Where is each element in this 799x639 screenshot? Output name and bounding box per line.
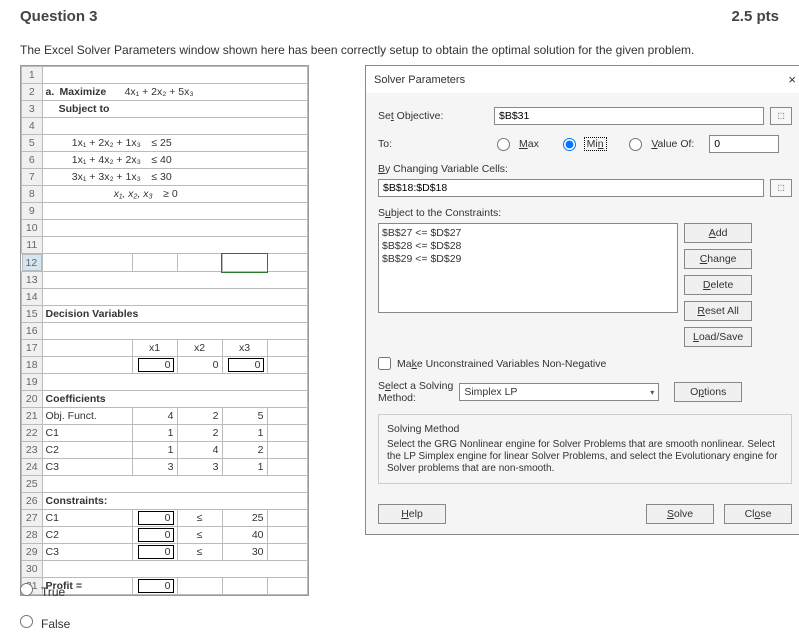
coeff-r3a: 3 (132, 459, 177, 476)
radio-max[interactable] (497, 138, 510, 151)
crow-2r: 30 (222, 544, 267, 561)
prob-max: Maximize (60, 86, 107, 98)
constraint-item[interactable]: $B$28 <= $D$28 (382, 240, 674, 253)
question-number: Question 3 (20, 8, 98, 25)
prob-a: a. (46, 86, 55, 98)
valueof-input[interactable] (709, 135, 779, 153)
cons-label: Constraints: (46, 495, 108, 507)
coeff-r3n: C3 (42, 459, 132, 476)
crow-0v[interactable]: 0 (138, 511, 174, 525)
options-button[interactable]: Options (674, 382, 742, 402)
coeff-r2c: 2 (222, 442, 267, 459)
constraint-item[interactable]: $B$27 <= $D$27 (382, 227, 674, 240)
prob-c1: 1x₁ + 2x₂ + 1x₃ (72, 137, 141, 149)
prob-c4: x₁, x₂, x₃ (114, 188, 153, 200)
prob-c2: 1x₁ + 4x₂ + 2x₃ (72, 154, 141, 166)
radio-false[interactable] (20, 615, 33, 628)
coeff-r1b: 2 (177, 425, 222, 442)
selmethod-label: Select a SolvingMethod: (378, 380, 453, 404)
prob-c4r: ≥ 0 (163, 188, 178, 200)
change-button[interactable]: Change (684, 249, 752, 269)
active-cell[interactable] (222, 254, 267, 272)
to-label: To: (378, 138, 488, 150)
coeff-r0b: 2 (177, 408, 222, 425)
coeff-label: Coefficients (46, 393, 106, 405)
setobj-label: Set Objective: (378, 110, 488, 122)
valueof-label: Value Of: (651, 138, 694, 150)
crow-1r: 40 (222, 527, 267, 544)
crow-0op: ≤ (177, 510, 222, 527)
nonneg-checkbox[interactable] (378, 357, 391, 370)
true-label: True (41, 585, 65, 599)
coeff-r2n: C2 (42, 442, 132, 459)
false-label: False (41, 617, 70, 631)
coeff-r2b: 4 (177, 442, 222, 459)
range-picker-icon[interactable]: ⬚ (770, 107, 792, 125)
method-value: Simplex LP (464, 386, 517, 398)
coeff-r1n: C1 (42, 425, 132, 442)
subjcon-label: Subject to the Constraints: (378, 207, 792, 219)
coeff-r0c: 5 (222, 408, 267, 425)
question-prompt: The Excel Solver Parameters window shown… (20, 37, 779, 65)
spreadsheet: 1 2 a. Maximize 4x₁ + 2x₂ + 5x₃ 3 Subject… (20, 65, 309, 596)
add-button[interactable]: Add (684, 223, 752, 243)
solvingmethod-text: Select the GRG Nonlinear engine for Solv… (387, 439, 783, 475)
solver-dialog: Solver Parameters × Set Objective: ⬚ To:… (365, 65, 799, 535)
val-x3[interactable]: 0 (228, 358, 264, 372)
radio-true[interactable] (20, 583, 33, 596)
range-picker-icon[interactable]: ⬚ (770, 179, 792, 197)
crow-0r: 25 (222, 510, 267, 527)
prob-subj: Subject to (59, 103, 110, 115)
prob-c3r: ≤ 30 (151, 171, 171, 183)
close-button[interactable]: Close (724, 504, 792, 524)
profit-val[interactable]: 0 (138, 579, 174, 593)
coeff-r1a: 1 (132, 425, 177, 442)
coeff-r0a: 4 (132, 408, 177, 425)
col-x1: x1 (132, 340, 177, 357)
max-label: Max (519, 138, 539, 150)
col-x3: x3 (222, 340, 267, 357)
val-x2[interactable]: 0 (177, 357, 222, 374)
crow-1op: ≤ (177, 527, 222, 544)
crow-1n: C2 (42, 527, 132, 544)
loadsave-button[interactable]: Load/Save (684, 327, 752, 347)
prob-c1r: ≤ 25 (151, 137, 171, 149)
solve-button[interactable]: Solve (646, 504, 714, 524)
coeff-r3c: 1 (222, 459, 267, 476)
delete-button[interactable]: Delete (684, 275, 752, 295)
question-points: 2.5 pts (731, 8, 779, 25)
dialog-title: Solver Parameters (374, 74, 465, 86)
close-icon[interactable]: × (788, 72, 796, 87)
col-x2: x2 (177, 340, 222, 357)
answer-options: True False (20, 575, 70, 639)
decvar-label: Decision Variables (46, 308, 139, 320)
radio-min[interactable] (563, 138, 576, 151)
val-x1[interactable]: 0 (138, 358, 174, 372)
chevron-down-icon: ▾ (650, 388, 654, 397)
prob-c2r: ≤ 40 (151, 154, 171, 166)
prob-c3: 3x₁ + 3x₂ + 1x₃ (72, 171, 141, 183)
help-button[interactable]: Help (378, 504, 446, 524)
constraint-item[interactable]: $B$29 <= $D$29 (382, 253, 674, 266)
nonneg-label: Make Unconstrained Variables Non-Negativ… (397, 358, 606, 370)
radio-valueof[interactable] (629, 138, 642, 151)
constraints-list[interactable]: $B$27 <= $D$27 $B$28 <= $D$28 $B$29 <= $… (378, 223, 678, 313)
setobj-input[interactable] (494, 107, 764, 125)
coeff-r0n: Obj. Funct. (42, 408, 132, 425)
min-label: Min (585, 138, 606, 150)
coeff-r3b: 3 (177, 459, 222, 476)
crow-2n: C3 (42, 544, 132, 561)
bychanging-label: By Changing Variable Cells: (378, 163, 792, 175)
coeff-r1c: 1 (222, 425, 267, 442)
coeff-r2a: 1 (132, 442, 177, 459)
crow-2op: ≤ (177, 544, 222, 561)
crow-0n: C1 (42, 510, 132, 527)
crow-1v[interactable]: 0 (138, 528, 174, 542)
resetall-button[interactable]: Reset All (684, 301, 752, 321)
prob-obj: 4x₁ + 2x₂ + 5x₃ (125, 86, 194, 98)
crow-2v[interactable]: 0 (138, 545, 174, 559)
bychanging-input[interactable] (378, 179, 764, 197)
solvingmethod-heading: Solving Method (387, 423, 783, 435)
method-select[interactable]: Simplex LP ▾ (459, 383, 659, 401)
